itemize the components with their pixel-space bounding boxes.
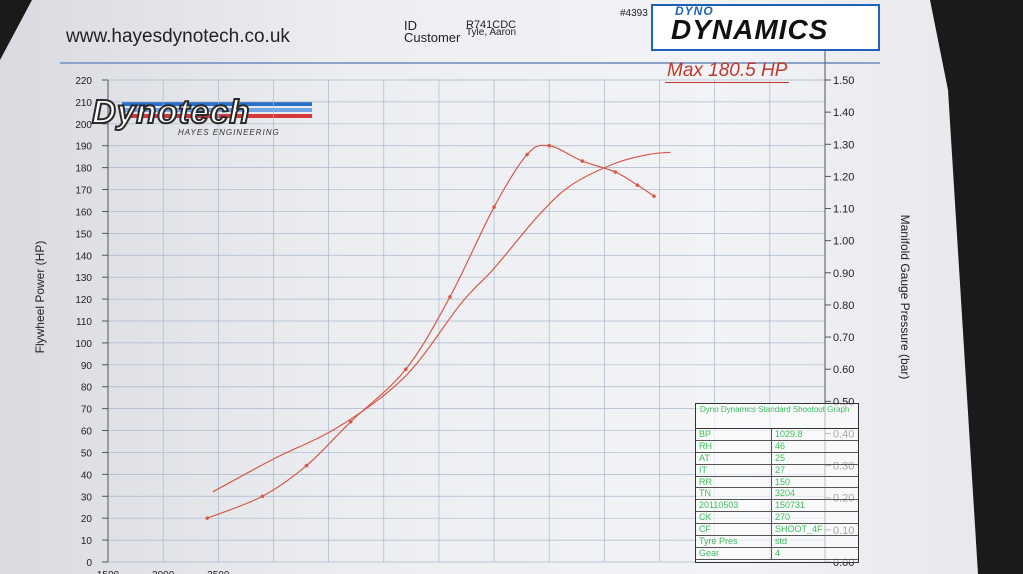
data-point bbox=[652, 194, 656, 198]
info-value: 27 bbox=[775, 464, 786, 475]
y-tick-label: 180 bbox=[75, 164, 92, 175]
shootout-info-table: Dyno Dynamics Standard Shootout Graph BP… bbox=[695, 403, 859, 563]
y-tick-label: 120 bbox=[75, 295, 92, 306]
info-row: CK 270 bbox=[696, 512, 858, 525]
info-value: 150731 bbox=[775, 500, 806, 511]
info-key: IT bbox=[696, 464, 772, 476]
y2-tick-label: 1.00 bbox=[833, 236, 854, 248]
y-tick-label: 30 bbox=[81, 492, 93, 503]
data-point bbox=[635, 183, 640, 187]
data-point bbox=[525, 152, 529, 157]
x-tick-label: 2000 bbox=[152, 570, 175, 574]
info-row: CF SHOOT_4F bbox=[696, 524, 858, 537]
dynotech-logo: Dynotech HAYES ENGINEERING bbox=[91, 93, 312, 137]
series-line-1 bbox=[207, 144, 655, 519]
y-tick-label: 100 bbox=[75, 339, 92, 350]
info-value: SHOOT_4F bbox=[775, 524, 823, 535]
y-tick-label: 140 bbox=[75, 251, 92, 262]
logo-text: Dynotech bbox=[91, 93, 251, 130]
info-row: Tyre Pres std bbox=[696, 536, 858, 548]
info-table-title: Dyno Dynamics Standard Shootout Graph bbox=[696, 404, 858, 429]
y-tick-label: 10 bbox=[81, 536, 93, 547]
y-tick-label: 130 bbox=[75, 273, 92, 284]
y-tick-label: 70 bbox=[81, 405, 93, 416]
series-line-2 bbox=[212, 151, 671, 493]
info-value: std bbox=[775, 536, 788, 547]
info-value: 150 bbox=[775, 476, 791, 487]
info-key: TN bbox=[696, 488, 772, 500]
y2-tick-label: 1.20 bbox=[833, 171, 854, 183]
info-key: 20110503 bbox=[696, 500, 772, 512]
series bbox=[205, 143, 671, 520]
info-key: CF bbox=[696, 524, 772, 536]
y-axis-right-label: Manifold Gauge Pressure (bar) bbox=[898, 214, 912, 380]
logo-subtitle: HAYES ENGINEERING bbox=[178, 128, 280, 137]
info-key: AT bbox=[696, 452, 772, 464]
power-chart: 0 10 20 30 40 50 60 70 80 90 100 110 120 130 140 150 160… bbox=[75, 50, 854, 574]
data-point bbox=[613, 170, 618, 174]
y-tick-label: 40 bbox=[81, 470, 93, 481]
y-tick-label: 160 bbox=[75, 207, 92, 218]
info-row: AT 25 bbox=[696, 452, 858, 465]
info-key: Tyre Pres bbox=[696, 536, 772, 547]
y2-tick-label: 0.80 bbox=[833, 300, 854, 312]
info-row: RR 150 bbox=[696, 476, 858, 489]
y-tick-label: 110 bbox=[76, 317, 92, 328]
y2-tick-label: 1.30 bbox=[833, 139, 854, 151]
y-tick-label: 150 bbox=[75, 229, 92, 240]
y-tick-label: 60 bbox=[81, 427, 93, 438]
info-row: BP 1029.8 bbox=[696, 429, 858, 441]
info-key: Gear bbox=[696, 547, 772, 559]
info-value: 46 bbox=[775, 440, 786, 451]
y2-tick-label: 1.40 bbox=[833, 107, 854, 119]
y-tick-label: 50 bbox=[81, 448, 93, 459]
info-value: 25 bbox=[775, 452, 786, 463]
dyno-sheet: www.hayesdynotech.co.uk ID R741CDC Custo… bbox=[0, 0, 978, 574]
y-tick-label: 20 bbox=[81, 514, 93, 525]
info-row: RH 46 bbox=[696, 440, 858, 453]
data-point bbox=[448, 295, 452, 299]
info-value: 1029.8 bbox=[775, 429, 803, 439]
info-key: BP bbox=[696, 429, 772, 440]
info-row: Gear 4 bbox=[696, 547, 858, 560]
data-point bbox=[492, 205, 496, 209]
info-row: IT 27 bbox=[696, 464, 858, 477]
y-axis-left-label: Flywheel Power (HP) bbox=[33, 240, 47, 354]
y-tick-label: 80 bbox=[81, 383, 93, 394]
y-tick-label: 210 bbox=[75, 98, 92, 109]
info-value: 270 bbox=[775, 512, 791, 523]
y2-tick-label: 0.90 bbox=[833, 268, 854, 280]
info-row: 20110503 150731 bbox=[696, 500, 858, 513]
info-key: CK bbox=[696, 512, 772, 524]
y-tick-label: 200 bbox=[75, 120, 92, 131]
data-point bbox=[260, 494, 265, 499]
info-row: TN 3204 bbox=[696, 488, 858, 501]
data-point bbox=[304, 463, 309, 468]
data-point bbox=[580, 159, 585, 163]
y2-tick-label: 0.60 bbox=[833, 364, 854, 376]
info-value: 4 bbox=[775, 547, 781, 558]
info-value: 3204 bbox=[775, 488, 796, 499]
y2-tick-label: 1.50 bbox=[833, 75, 854, 87]
x-tick-label: 1500 bbox=[97, 570, 120, 574]
y-tick-label: 0 bbox=[86, 558, 92, 569]
y2-tick-label: 0.70 bbox=[833, 332, 854, 344]
info-key: RR bbox=[696, 476, 772, 488]
info-key: RH bbox=[696, 440, 772, 452]
x-axis-ticks: 1500 2000 2500 bbox=[97, 570, 230, 574]
y2-tick-label: 1.10 bbox=[833, 204, 854, 216]
data-point bbox=[547, 143, 552, 148]
y-axis-left-ticks: 0 10 20 30 40 50 60 70 80 90 100 110 120 130 140 150 160… bbox=[75, 76, 108, 569]
y-tick-label: 190 bbox=[75, 142, 92, 153]
y-tick-label: 90 bbox=[81, 361, 93, 372]
max-power-label: Max 180.5 HP bbox=[665, 60, 790, 83]
data-point bbox=[404, 367, 408, 372]
y-tick-label: 220 bbox=[75, 76, 92, 87]
x-tick-label: 2500 bbox=[207, 570, 230, 574]
data-point bbox=[205, 516, 210, 520]
y-tick-label: 170 bbox=[75, 186, 92, 197]
